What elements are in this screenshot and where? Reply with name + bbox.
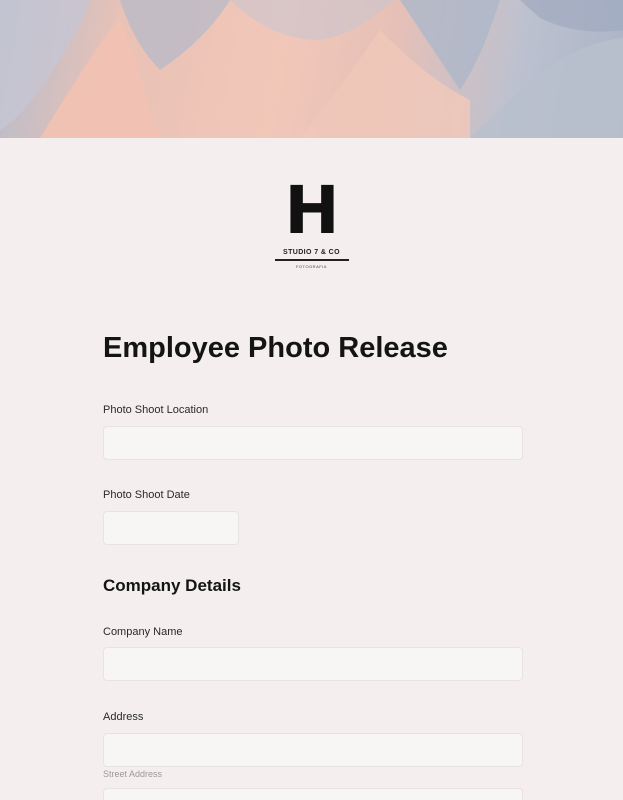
address-label: Address (103, 711, 144, 723)
form-title: Employee Photo Release (103, 332, 448, 364)
header-banner-image (0, 0, 623, 138)
company-name-input[interactable] (103, 647, 523, 681)
company-name-label: Company Name (103, 626, 183, 638)
photo-shoot-location-label: Photo Shoot Location (103, 404, 209, 416)
photo-shoot-date-input[interactable] (103, 511, 239, 545)
logo-name: STUDIO 7 & CO (283, 249, 340, 256)
studio-logo: H STUDIO 7 & CO FOTOGRAFIA (0, 178, 623, 269)
logo-letter: H (284, 172, 339, 249)
photo-shoot-date-label: Photo Shoot Date (103, 489, 190, 501)
street-address-input[interactable] (103, 733, 523, 767)
address-line-2-input[interactable] (103, 788, 523, 800)
logo-tagline: FOTOGRAFIA (296, 263, 327, 269)
logo-divider (274, 259, 349, 261)
company-details-heading: Company Details (103, 576, 241, 595)
street-address-sublabel: Street Address (103, 769, 163, 779)
form-page: H STUDIO 7 & CO FOTOGRAFIA Employee Phot… (0, 0, 623, 800)
photo-shoot-location-input[interactable] (103, 426, 523, 460)
